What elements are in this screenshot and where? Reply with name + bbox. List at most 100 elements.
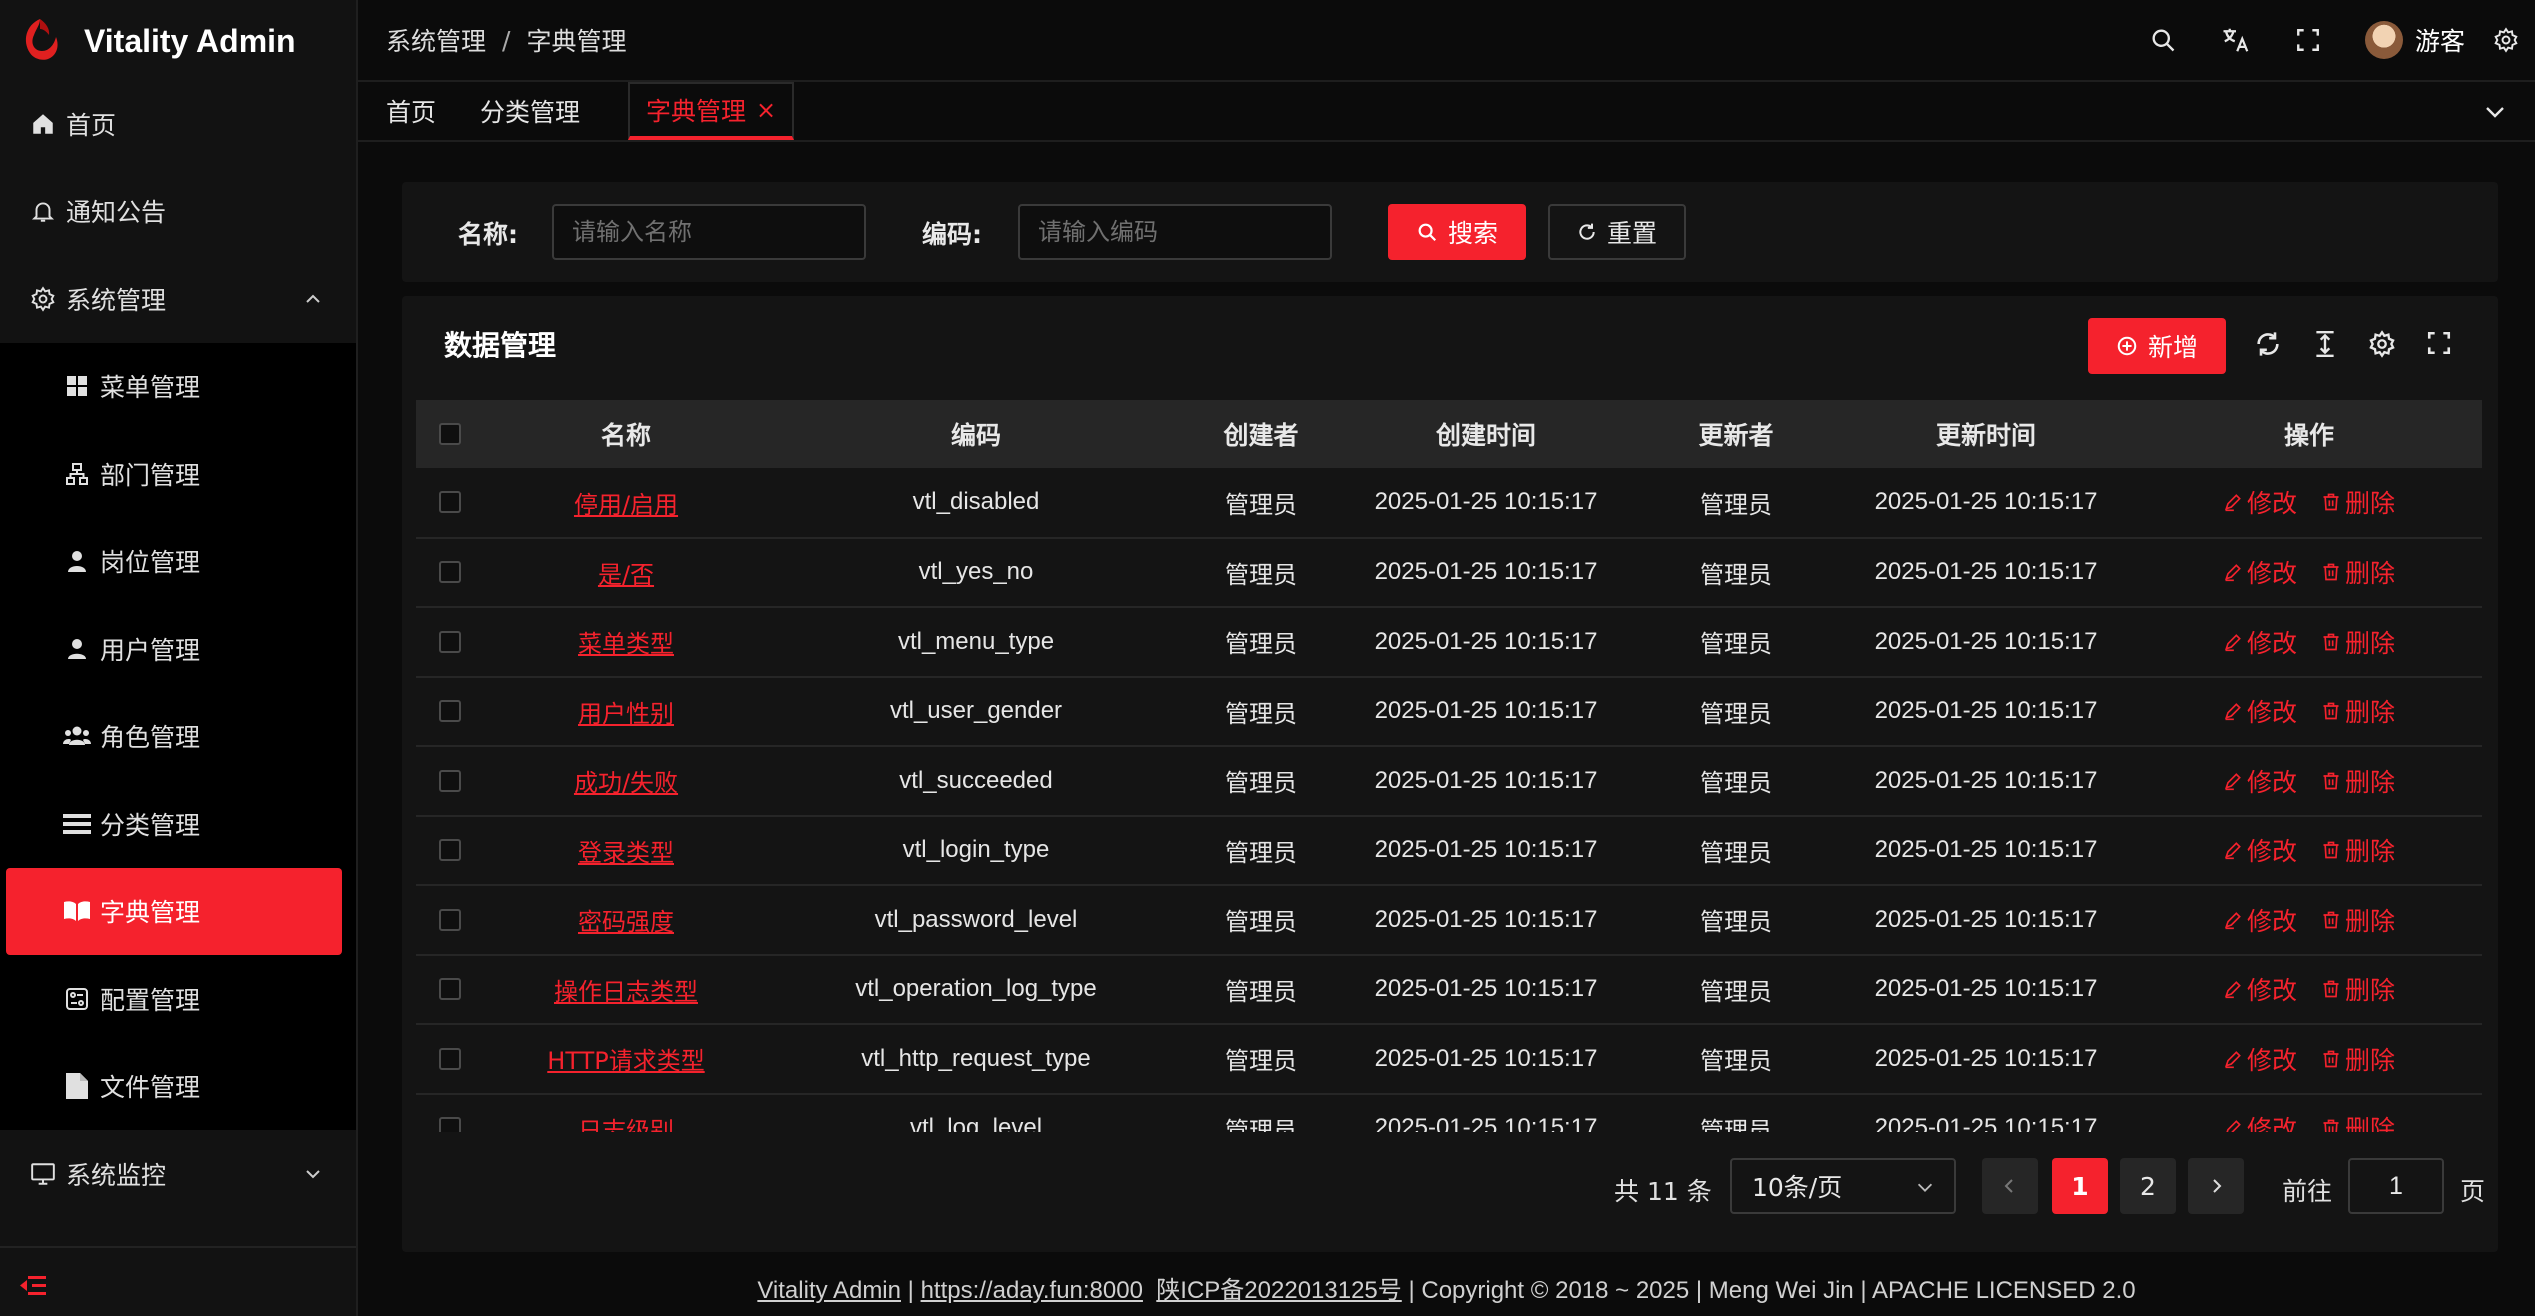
dict-name-link[interactable]: 菜单类型 xyxy=(578,630,674,658)
edit-button[interactable]: 修改 xyxy=(2223,693,2297,729)
search-icon[interactable] xyxy=(2149,26,2177,54)
delete-button[interactable]: 删除 xyxy=(2321,554,2395,590)
goto-page-input[interactable]: 1 xyxy=(2348,1158,2444,1214)
edit-button[interactable]: 修改 xyxy=(2223,624,2297,660)
footer-icp-link[interactable]: 陕ICP备2022013125号 xyxy=(1156,1277,1401,1304)
table-fullscreen-icon[interactable] xyxy=(2426,330,2452,356)
edit-button[interactable]: 修改 xyxy=(2223,554,2297,590)
density-icon[interactable] xyxy=(2312,330,2338,358)
search-button[interactable]: 搜索 xyxy=(1388,204,1526,260)
column-header[interactable]: 更新时间 xyxy=(1836,400,2136,468)
reset-button[interactable]: 重置 xyxy=(1548,204,1686,260)
row-checkbox[interactable] xyxy=(439,769,461,792)
edit-button[interactable]: 修改 xyxy=(2223,484,2297,520)
sidebar-item-role-manage[interactable]: 角色管理 xyxy=(0,693,356,781)
delete-button[interactable]: 删除 xyxy=(2321,693,2395,729)
add-button[interactable]: 新增 xyxy=(2088,318,2226,374)
footer-app-link[interactable]: Vitality Admin xyxy=(757,1277,901,1304)
brand[interactable]: Vitality Admin xyxy=(0,0,356,82)
dict-name-link[interactable]: 成功/失败 xyxy=(574,769,678,797)
fullscreen-icon[interactable] xyxy=(2295,27,2321,53)
delete-button[interactable]: 删除 xyxy=(2321,1110,2395,1132)
delete-button[interactable]: 删除 xyxy=(2321,624,2395,660)
edit-button[interactable]: 修改 xyxy=(2223,1041,2297,1077)
sidebar-item-config-manage[interactable]: 配置管理 xyxy=(0,955,356,1043)
tabs-menu-chevron-down-icon[interactable] xyxy=(2483,100,2507,124)
row-checkbox[interactable] xyxy=(439,1047,461,1070)
table-row[interactable]: 菜单类型 vtl_menu_type 管理员 2025-01-25 10:15:17 管… xyxy=(416,607,2482,677)
dict-name-link[interactable]: 密码强度 xyxy=(578,908,674,936)
edit-button[interactable]: 修改 xyxy=(2223,902,2297,938)
edit-button[interactable]: 修改 xyxy=(2223,763,2297,799)
delete-button[interactable]: 删除 xyxy=(2321,1041,2395,1077)
table-row[interactable]: 操作日志类型 vtl_operation_log_type 管理员 2025-01-2… xyxy=(416,955,2482,1024)
sidebar-item-menu-manage[interactable]: 菜单管理 xyxy=(0,343,356,431)
tab-dictionary[interactable]: 字典管理 × xyxy=(628,82,795,140)
tab-close-icon[interactable]: × xyxy=(756,96,776,124)
row-checkbox[interactable] xyxy=(439,839,461,862)
prev-page-button[interactable] xyxy=(1982,1158,2038,1214)
tab-category[interactable]: 分类管理 xyxy=(456,82,604,140)
dict-name-link[interactable]: 停用/启用 xyxy=(574,491,678,519)
column-header[interactable]: 编码 xyxy=(766,400,1186,468)
table-row[interactable]: 密码强度 vtl_password_level 管理员 2025-01-25 10:1… xyxy=(416,885,2482,955)
row-checkbox[interactable] xyxy=(439,908,461,931)
sidebar-item-file-manage[interactable]: 文件管理 xyxy=(0,1043,356,1131)
row-checkbox[interactable] xyxy=(439,561,461,584)
sidebar-item-system[interactable]: 系统管理 xyxy=(0,255,356,343)
sidebar-item-post-manage[interactable]: 岗位管理 xyxy=(0,518,356,606)
translate-icon[interactable] xyxy=(2221,25,2251,55)
sidebar-item-dept-manage[interactable]: 部门管理 xyxy=(0,430,356,518)
sidebar-item-home[interactable]: 首页 xyxy=(0,80,356,168)
column-header[interactable]: 名称 xyxy=(486,400,766,468)
select-all-checkbox[interactable] xyxy=(439,423,461,445)
dict-name-link[interactable]: 用户性别 xyxy=(578,700,674,728)
edit-button[interactable]: 修改 xyxy=(2223,1110,2297,1132)
dict-name-link[interactable]: 日志级别 xyxy=(578,1117,674,1132)
column-header[interactable]: 创建者 xyxy=(1186,400,1336,468)
dict-name-link[interactable]: 是/否 xyxy=(598,561,654,589)
delete-button[interactable]: 删除 xyxy=(2321,832,2395,868)
code-input[interactable] xyxy=(1018,204,1332,260)
sidebar-item-category-manage[interactable]: 分类管理 xyxy=(0,780,356,868)
dict-name-link[interactable]: 登录类型 xyxy=(578,839,674,867)
row-checkbox[interactable] xyxy=(439,700,461,723)
delete-button[interactable]: 删除 xyxy=(2321,763,2395,799)
tab-home[interactable]: 首页 xyxy=(358,82,456,140)
table-row[interactable]: 用户性别 vtl_user_gender 管理员 2025-01-25 10:15:1… xyxy=(416,677,2482,746)
refresh-icon[interactable] xyxy=(2254,330,2282,358)
breadcrumb-item[interactable]: 系统管理 xyxy=(386,22,486,58)
table-row[interactable]: 成功/失败 vtl_succeeded 管理员 2025-01-25 10:15:17… xyxy=(416,746,2482,816)
table-row[interactable]: HTTP请求类型 vtl_http_request_type 管理员 2025-01-… xyxy=(416,1024,2482,1094)
username[interactable]: 游客 xyxy=(2415,22,2465,58)
sidebar-item-dict-manage[interactable]: 字典管理 xyxy=(6,867,342,955)
table-row[interactable]: 是/否 vtl_yes_no 管理员 2025-01-25 10:15:17 管理员 20… xyxy=(416,538,2482,607)
avatar[interactable] xyxy=(2364,21,2403,59)
edit-button[interactable]: 修改 xyxy=(2223,832,2297,868)
table-row[interactable]: 日志级别 vtl_log_level 管理员 2025-01-25 10:15:17 管… xyxy=(416,1094,2482,1132)
page-size-select[interactable]: 10条/页 xyxy=(1730,1158,1956,1214)
table-row[interactable]: 停用/启用 vtl_disabled 管理员 2025-01-25 10:15:17 管… xyxy=(416,468,2482,538)
dict-name-link[interactable]: 操作日志类型 xyxy=(554,978,698,1006)
footer-url-link[interactable]: https://aday.fun:8000 xyxy=(921,1277,1143,1304)
delete-button[interactable]: 删除 xyxy=(2321,902,2395,938)
settings-gear-icon[interactable] xyxy=(2493,27,2519,53)
row-checkbox[interactable] xyxy=(439,491,461,514)
table-row[interactable]: 登录类型 vtl_login_type 管理员 2025-01-25 10:15:17… xyxy=(416,816,2482,885)
delete-button[interactable]: 删除 xyxy=(2321,971,2395,1007)
edit-button[interactable]: 修改 xyxy=(2223,971,2297,1007)
column-header[interactable]: 创建时间 xyxy=(1336,400,1636,468)
sidebar-item-notice[interactable]: 通知公告 xyxy=(0,168,356,256)
row-checkbox[interactable] xyxy=(439,630,461,653)
sidebar-item-user-manage[interactable]: 用户管理 xyxy=(0,605,356,693)
collapse-menu-icon[interactable] xyxy=(20,1274,46,1298)
next-page-button[interactable] xyxy=(2188,1158,2244,1214)
page-button-1[interactable]: 1 xyxy=(2052,1158,2108,1214)
column-header[interactable]: 更新者 xyxy=(1636,400,1836,468)
name-input[interactable] xyxy=(552,204,866,260)
delete-button[interactable]: 删除 xyxy=(2321,484,2395,520)
table-scroll[interactable]: 名称 编码 创建者 创建时间 更新者 更新时间 操作 停用/启用 vtl_disa… xyxy=(416,400,2482,1132)
sidebar-item-monitor[interactable]: 系统监控 xyxy=(0,1130,356,1218)
row-checkbox[interactable] xyxy=(439,1117,461,1132)
column-settings-gear-icon[interactable] xyxy=(2368,330,2396,358)
